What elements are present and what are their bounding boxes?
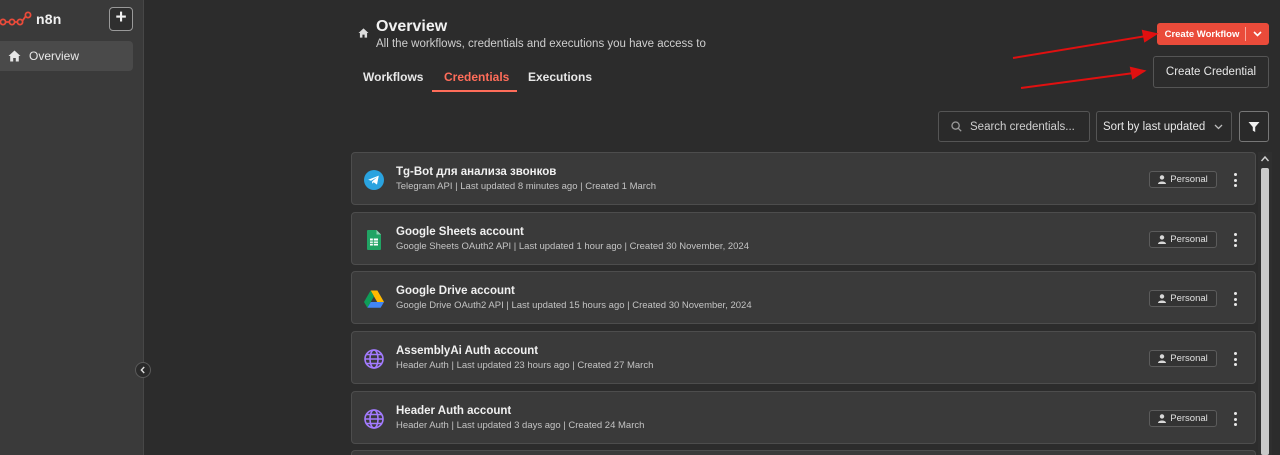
filter-button[interactable] [1239, 111, 1269, 142]
search-credentials-field[interactable] [938, 111, 1090, 142]
credential-card[interactable]: Google Sheets account Google Sheets OAut… [351, 212, 1256, 265]
sort-select[interactable]: Sort by last updated [1096, 111, 1232, 142]
page-title: Overview [376, 18, 448, 35]
n8n-logo-icon [0, 11, 32, 26]
search-icon [951, 121, 962, 132]
owner-badge: Personal [1149, 231, 1217, 248]
credential-actions-menu[interactable] [1230, 172, 1240, 188]
credential-meta: Telegram API | Last updated 8 minutes ag… [396, 181, 656, 192]
collapse-sidebar-button[interactable] [135, 362, 151, 378]
chevron-down-icon [1214, 124, 1223, 129]
tab-executions[interactable]: Executions [528, 70, 592, 84]
user-icon [1158, 294, 1167, 303]
add-button[interactable]: + [109, 7, 133, 31]
create-credential-item[interactable]: Create Credential [1166, 66, 1256, 78]
scrollbar[interactable] [1258, 152, 1272, 455]
credential-card-partial[interactable] [351, 450, 1256, 455]
tab-workflows[interactable]: Workflows [363, 70, 423, 84]
credential-card[interactable]: AssemblyAi Auth account Header Auth | La… [351, 331, 1256, 384]
credential-actions-menu[interactable] [1230, 291, 1240, 307]
app-name: n8n [36, 11, 62, 27]
sort-select-value: Sort by last updated [1103, 120, 1206, 133]
sidebar: n8n + Overview [0, 0, 144, 455]
user-icon [1158, 354, 1167, 363]
credential-meta: Header Auth | Last updated 3 days ago | … [396, 420, 645, 431]
owner-badge: Personal [1149, 350, 1217, 367]
chevron-down-icon [1253, 31, 1262, 37]
credential-name: Header Auth account [396, 405, 512, 417]
globe-icon [364, 409, 384, 429]
create-workflow-split-button: Create Workflow [1157, 23, 1269, 45]
create-dropdown-menu: Create Credential [1153, 56, 1269, 88]
google-sheets-icon [367, 230, 381, 250]
owner-badge: Personal [1149, 410, 1217, 427]
credential-name: Google Sheets account [396, 226, 524, 238]
globe-icon [364, 349, 384, 369]
home-icon [358, 28, 369, 38]
credential-meta: Google Sheets OAuth2 API | Last updated … [396, 241, 749, 252]
telegram-icon [364, 170, 384, 190]
create-dropdown-toggle[interactable] [1246, 23, 1269, 45]
credential-actions-menu[interactable] [1230, 351, 1240, 367]
create-workflow-button[interactable]: Create Workflow [1157, 23, 1245, 45]
search-input[interactable] [970, 120, 1088, 133]
sidebar-item-label: Overview [29, 49, 80, 63]
user-icon [1158, 414, 1167, 423]
google-drive-icon [364, 290, 384, 308]
tab-credentials[interactable]: Credentials [444, 70, 509, 84]
owner-label: Personal [1170, 174, 1208, 185]
owner-label: Personal [1170, 413, 1208, 424]
active-tab-indicator [432, 90, 517, 92]
credential-card[interactable]: Google Drive account Google Drive OAuth2… [351, 271, 1256, 324]
sidebar-item-overview[interactable]: Overview [0, 41, 133, 71]
credential-name: Tg-Bot для анализа звонков [396, 166, 557, 178]
user-icon [1158, 175, 1167, 184]
owner-label: Personal [1170, 234, 1208, 245]
scroll-up-arrow-icon[interactable] [1260, 154, 1270, 164]
app-root: n8n + Overview Overview All the workflow… [0, 0, 1280, 455]
user-icon [1158, 235, 1167, 244]
owner-label: Personal [1170, 293, 1208, 304]
credential-name: Google Drive account [396, 285, 515, 297]
credential-meta: Google Drive OAuth2 API | Last updated 1… [396, 300, 752, 311]
credential-card[interactable]: Tg-Bot для анализа звонков Telegram API … [351, 152, 1256, 205]
credential-actions-menu[interactable] [1230, 411, 1240, 427]
owner-badge: Personal [1149, 290, 1217, 307]
credential-actions-menu[interactable] [1230, 232, 1240, 248]
scrollbar-thumb[interactable] [1261, 168, 1269, 455]
credential-card[interactable]: Header Auth account Header Auth | Last u… [351, 391, 1256, 444]
credential-meta: Header Auth | Last updated 23 hours ago … [396, 360, 654, 371]
home-icon [8, 50, 21, 62]
owner-label: Personal [1170, 353, 1208, 364]
page-subtitle: All the workflows, credentials and execu… [376, 38, 706, 50]
filter-icon [1248, 121, 1260, 132]
chevron-left-icon [140, 366, 145, 374]
owner-badge: Personal [1149, 171, 1217, 188]
credential-name: AssemblyAi Auth account [396, 345, 539, 357]
n8n-logo[interactable]: n8n [0, 8, 62, 30]
